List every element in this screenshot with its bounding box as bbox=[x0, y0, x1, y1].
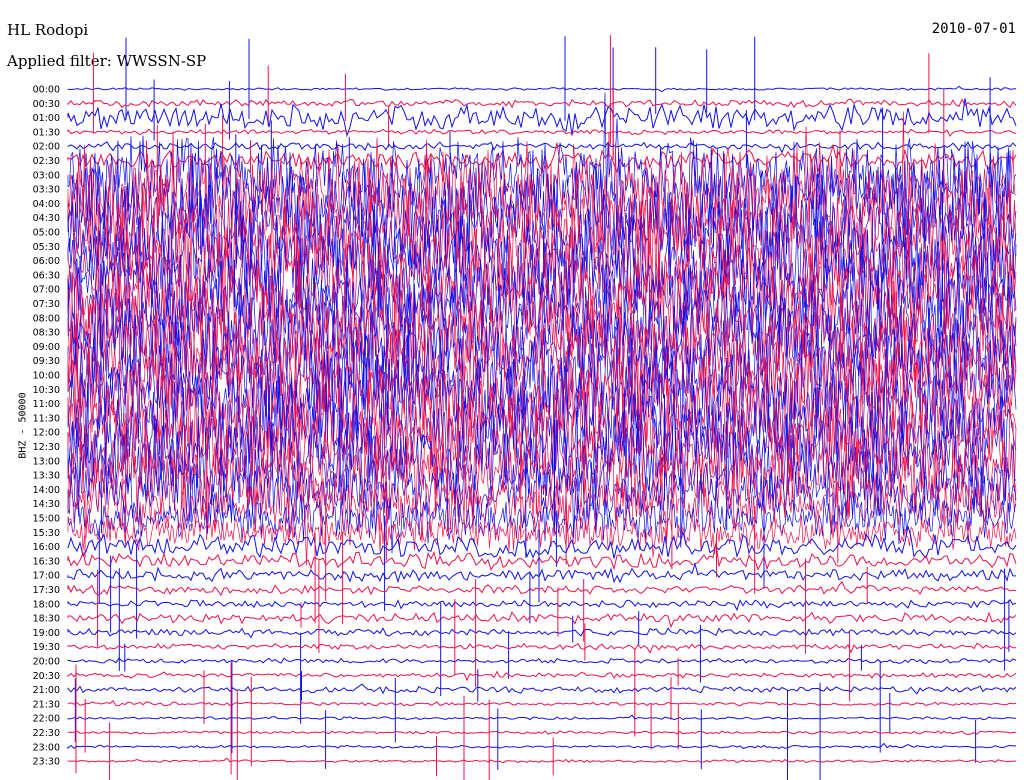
seismic-trace-row bbox=[67, 670, 1017, 682]
seismic-trace-row bbox=[67, 657, 1017, 665]
row-time-label: 23:30 bbox=[33, 757, 60, 768]
row-time-label: 05:00 bbox=[33, 228, 60, 239]
row-time-label: 06:00 bbox=[33, 256, 60, 267]
helicorder-chart: HL Rodopi 2010-07-01 Applied filter: WWS… bbox=[0, 0, 1024, 780]
row-time-label: 16:30 bbox=[33, 556, 60, 567]
row-time-label: 02:30 bbox=[33, 156, 60, 167]
seismic-trace-row bbox=[67, 611, 1017, 629]
row-time-label: 20:00 bbox=[33, 657, 60, 668]
row-time-label: 06:30 bbox=[33, 270, 60, 281]
row-time-label: 20:30 bbox=[33, 671, 60, 682]
trace-group bbox=[67, 35, 1017, 780]
seismic-trace-row bbox=[67, 642, 1016, 654]
row-time-label: 15:30 bbox=[33, 528, 60, 539]
seismic-trace-row bbox=[67, 526, 1017, 559]
seismic-trace-row bbox=[67, 85, 1017, 93]
row-time-label: 03:30 bbox=[33, 185, 60, 196]
row-time-label: 14:30 bbox=[33, 499, 60, 510]
row-time-label: 17:00 bbox=[33, 571, 60, 582]
row-time-label: 13:00 bbox=[33, 456, 60, 467]
seismic-trace-row bbox=[67, 542, 1017, 571]
seismic-trace-row bbox=[67, 683, 1017, 695]
row-time-label: 07:30 bbox=[33, 299, 60, 310]
row-time-label: 09:30 bbox=[33, 356, 60, 367]
row-time-label: 10:00 bbox=[33, 371, 60, 382]
seismogram-plot: 00:00 00:30 01:00 01:30 02:00 02:30 03:00 03:30… bbox=[33, 35, 1017, 780]
row-time-label: 11:00 bbox=[33, 399, 60, 410]
row-time-label: 19:30 bbox=[33, 642, 60, 653]
row-time-label: 16:00 bbox=[33, 542, 60, 553]
row-time-label: 04:00 bbox=[33, 199, 60, 210]
seismic-trace-row bbox=[67, 700, 1017, 707]
row-time-label: 04:30 bbox=[33, 213, 60, 224]
row-time-label: 00:30 bbox=[33, 99, 60, 110]
row-time-label: 17:30 bbox=[33, 585, 60, 596]
row-time-label: 18:30 bbox=[33, 614, 60, 625]
seismic-trace-row bbox=[67, 730, 1017, 735]
row-time-label: 01:30 bbox=[33, 127, 60, 138]
row-time-label: 21:30 bbox=[33, 699, 60, 710]
row-time-label: 22:00 bbox=[33, 714, 60, 725]
row-time-label: 10:30 bbox=[33, 385, 60, 396]
row-time-label: 11:30 bbox=[33, 413, 60, 424]
seismic-trace-row bbox=[67, 580, 1017, 597]
seismic-trace-row bbox=[67, 627, 1017, 639]
row-time-label: 08:00 bbox=[33, 313, 60, 324]
seismic-trace-row bbox=[67, 98, 1017, 109]
seismic-trace-row bbox=[67, 562, 1016, 584]
row-time-label: 09:00 bbox=[33, 342, 60, 353]
time-label-group: 00:00 00:30 01:00 01:30 02:00 02:30 03:00 03:30… bbox=[33, 85, 60, 768]
seismic-trace-row bbox=[67, 742, 1016, 750]
row-time-label: 14:00 bbox=[33, 485, 60, 496]
row-time-label: 13:30 bbox=[33, 471, 60, 482]
row-time-label: 01:00 bbox=[33, 113, 60, 124]
row-time-label: 05:30 bbox=[33, 242, 60, 253]
seismic-trace-row bbox=[67, 714, 1017, 721]
row-time-label: 19:00 bbox=[33, 628, 60, 639]
row-time-label: 15:00 bbox=[33, 514, 60, 525]
row-time-label: 03:00 bbox=[33, 170, 60, 181]
row-time-label: 12:30 bbox=[33, 442, 60, 453]
row-time-label: 07:00 bbox=[33, 285, 60, 296]
seismic-trace-row bbox=[67, 598, 1017, 612]
row-time-label: 00:00 bbox=[33, 85, 60, 96]
row-time-label: 21:00 bbox=[33, 685, 60, 696]
seismic-trace-row bbox=[67, 757, 1017, 764]
row-time-label: 02:00 bbox=[33, 142, 60, 153]
row-time-label: 22:30 bbox=[33, 728, 60, 739]
row-time-label: 18:00 bbox=[33, 599, 60, 610]
row-time-label: 12:00 bbox=[33, 428, 60, 439]
seismic-trace-row bbox=[67, 128, 1017, 138]
row-time-label: 08:30 bbox=[33, 328, 60, 339]
row-time-label: 23:00 bbox=[33, 742, 60, 753]
